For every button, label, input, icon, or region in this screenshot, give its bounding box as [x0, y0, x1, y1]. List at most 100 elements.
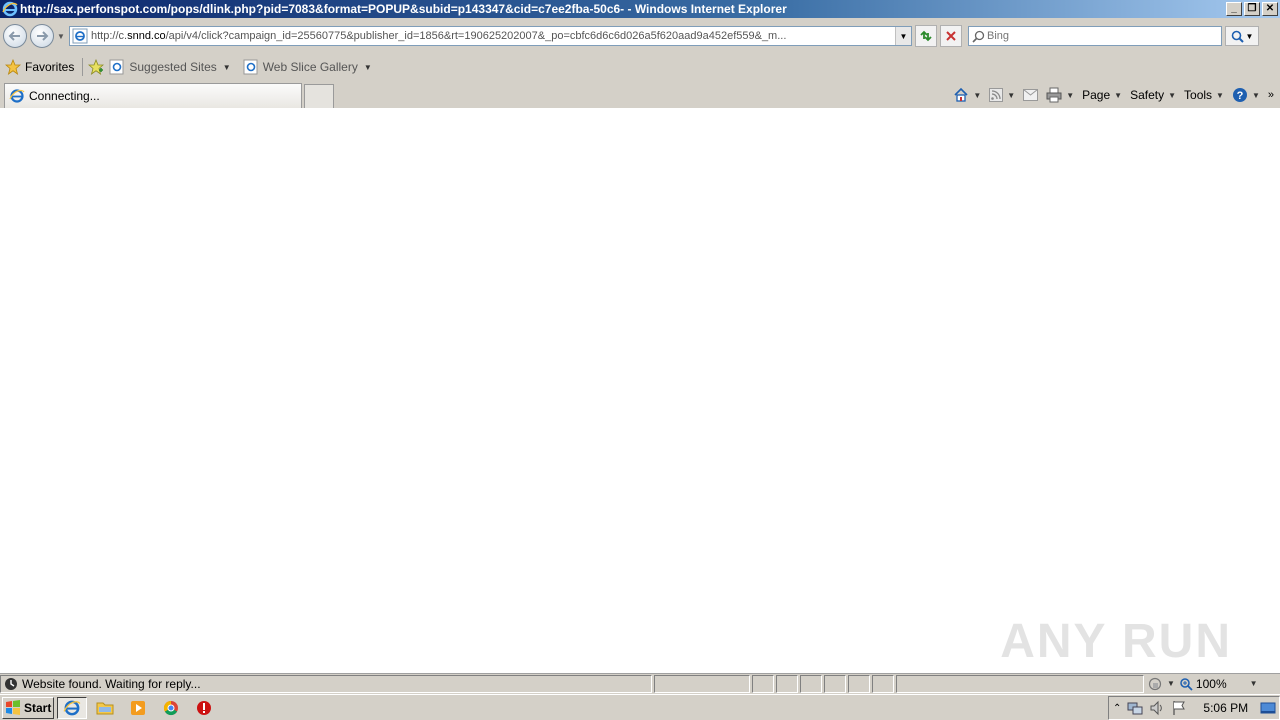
status-bar: Website found. Waiting for reply... ▼ 10… — [0, 673, 1280, 693]
more-commands-chevron[interactable]: » — [1268, 89, 1274, 101]
chevron-down-icon[interactable]: ▼ — [973, 91, 981, 100]
chevron-down-icon[interactable]: ▼ — [1007, 91, 1015, 100]
restore-button[interactable]: ❐ — [1244, 2, 1260, 16]
close-button[interactable]: ✕ — [1262, 2, 1278, 16]
printer-icon — [1046, 87, 1062, 103]
search-box[interactable] — [968, 26, 1222, 46]
forward-arrow-icon — [37, 31, 49, 41]
tray-expand-chevron-icon[interactable]: ⌃ — [1113, 703, 1121, 714]
status-message-panel: Website found. Waiting for reply... — [0, 674, 652, 693]
rss-feed-icon — [989, 88, 1004, 102]
web-slice-gallery-label: Web Slice Gallery — [262, 60, 358, 74]
folder-icon — [96, 702, 114, 714]
url-prefix: http://c. — [91, 30, 128, 42]
print-button[interactable]: ▼ — [1046, 87, 1074, 103]
status-panel-2 — [776, 674, 798, 693]
chevron-down-icon[interactable]: ▼ — [1250, 679, 1258, 688]
search-icon — [1231, 30, 1244, 43]
taskbar-ie-button[interactable] — [57, 696, 87, 719]
chevron-down-icon[interactable]: ▼ — [1066, 91, 1074, 100]
back-button[interactable] — [3, 24, 27, 48]
stop-x-icon — [946, 31, 956, 41]
back-arrow-icon — [8, 31, 20, 41]
chevron-down-icon: ▼ — [1168, 90, 1177, 100]
refresh-button[interactable] — [915, 25, 937, 47]
volume-icon[interactable] — [1149, 700, 1165, 716]
chevron-down-icon: ▼ — [222, 62, 231, 72]
address-bar[interactable]: http://c.snnd.co/api/v4/click?campaign_i… — [69, 26, 912, 46]
favorites-star-icon — [5, 59, 21, 75]
watermark-text: ANY RUN — [1000, 615, 1232, 668]
status-panel-4 — [824, 674, 846, 693]
favorites-button[interactable]: Favorites — [5, 59, 74, 75]
chevron-down-icon: ▼ — [1251, 90, 1260, 100]
web-slice-gallery-link[interactable]: Web Slice Gallery ▼ — [243, 59, 372, 75]
chevron-down-icon: ▼ — [363, 62, 372, 72]
system-tray: ⌃ 5:06 PM — [1108, 696, 1280, 720]
svg-text:?: ? — [1237, 90, 1244, 102]
address-url[interactable]: http://c.snnd.co/api/v4/click?campaign_i… — [91, 30, 895, 42]
suggested-sites-link[interactable]: Suggested Sites ▼ — [109, 59, 231, 75]
read-mail-button[interactable] — [1023, 89, 1039, 101]
taskbar-chrome-button[interactable] — [156, 697, 186, 719]
ie-page-icon — [243, 59, 258, 75]
chevron-down-icon: ▼ — [1167, 679, 1175, 688]
taskbar-media-player-button[interactable] — [123, 697, 153, 719]
search-go-button[interactable]: ▼ — [1225, 26, 1259, 46]
tools-menu[interactable]: Tools ▼ — [1184, 88, 1224, 102]
suggested-sites-label: Suggested Sites — [129, 60, 217, 74]
start-label: Start — [24, 700, 52, 715]
status-panel-1 — [752, 674, 774, 693]
start-button[interactable]: Start — [2, 696, 54, 719]
page-menu-label: Page — [1082, 88, 1111, 102]
action-center-flag-icon[interactable] — [1171, 700, 1187, 716]
search-input[interactable] — [987, 30, 1221, 42]
status-panel-3 — [800, 674, 822, 693]
search-options-chevron-icon[interactable]: ▼ — [1246, 32, 1254, 41]
protected-mode-button[interactable]: ▼ — [1148, 677, 1175, 691]
taskbar-antivirus-button[interactable] — [189, 697, 219, 719]
zoom-control[interactable]: 100% ▼ — [1179, 677, 1258, 691]
zone-panel — [896, 674, 1144, 693]
ie-logo-icon — [63, 700, 81, 715]
safety-menu[interactable]: Safety ▼ — [1130, 88, 1176, 102]
taskbar: Start ⌃ 5:06 PM — [0, 694, 1280, 720]
favorites-separator — [82, 58, 84, 76]
tab-connecting[interactable]: Connecting... — [4, 83, 302, 108]
home-button[interactable]: ▼ — [953, 87, 981, 103]
progress-panel — [654, 674, 750, 693]
mail-icon — [1023, 89, 1039, 101]
ie-logo-icon — [9, 89, 25, 103]
double-chevron-icon: » — [1267, 89, 1274, 101]
zoom-level: 100% — [1195, 676, 1227, 691]
recent-pages-dropdown[interactable]: ▼ — [55, 32, 67, 41]
page-menu[interactable]: Page ▼ — [1082, 88, 1122, 102]
feeds-button[interactable]: ▼ — [989, 88, 1015, 102]
show-desktop-icon[interactable] — [1260, 700, 1276, 716]
add-favorite-star-icon — [88, 59, 105, 75]
address-row: ▼ http://c.snnd.co/api/v4/click?campaign… — [0, 20, 1280, 52]
ie-logo-icon — [2, 1, 18, 17]
favorites-bar: Favorites Suggested Sites ▼ Web Slice Ga… — [0, 54, 1280, 80]
forward-button[interactable] — [30, 24, 54, 48]
command-bar: ▼ ▼ ▼ Page ▼ Safety ▼ Tools ▼ ? ▼ » — [953, 84, 1274, 106]
tab-row: Connecting... ▼ ▼ ▼ Page ▼ Safety ▼ Tool… — [0, 82, 1280, 108]
taskbar-explorer-button[interactable] — [90, 697, 120, 719]
network-icon[interactable] — [1127, 700, 1143, 716]
lock-globe-icon — [1148, 677, 1162, 690]
tools-menu-label: Tools — [1184, 88, 1213, 102]
clock[interactable]: 5:06 PM — [1203, 701, 1248, 715]
stop-alert-icon — [197, 700, 211, 715]
status-panel-6 — [872, 674, 894, 693]
stop-button[interactable] — [940, 25, 962, 47]
safety-menu-label: Safety — [1130, 88, 1165, 102]
zoom-magnifier-icon — [1180, 677, 1193, 691]
add-to-favorites-bar-button[interactable] — [88, 59, 105, 75]
minimize-button[interactable]: _ — [1226, 2, 1242, 16]
window-title: http://sax.perfonspot.com/pops/dlink.php… — [20, 2, 787, 16]
media-player-icon — [131, 700, 145, 715]
help-menu[interactable]: ? ▼ — [1232, 87, 1260, 103]
page-ie-icon — [72, 28, 88, 44]
address-dropdown[interactable]: ▼ — [895, 27, 911, 45]
new-tab-button[interactable] — [304, 84, 334, 108]
